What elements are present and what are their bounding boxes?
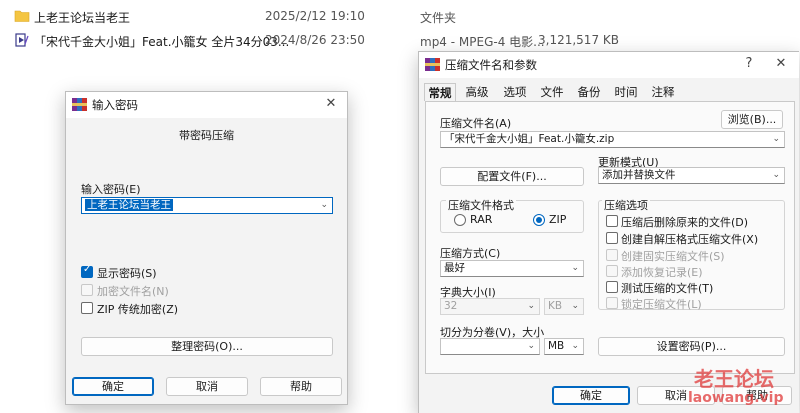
encrypt-names-label: 加密文件名(N) [97, 285, 169, 298]
lock-archive-checkbox[interactable] [606, 297, 618, 309]
winrar-icon [425, 58, 440, 71]
zip-radio[interactable] [533, 214, 545, 226]
encrypt-names-checkbox[interactable] [81, 284, 93, 296]
ok-button[interactable]: 确定 [72, 377, 154, 396]
password-dialog-title: 输入密码 [92, 98, 138, 112]
dict-unit-select[interactable]: KB ⌄ [544, 298, 584, 315]
file-type: 文件夹 [420, 11, 457, 25]
options-group-label: 压缩选项 [602, 197, 650, 213]
tab-advanced[interactable]: 高级 [463, 83, 491, 101]
rar-radio[interactable] [454, 214, 466, 226]
organize-passwords-button[interactable]: 整理密码(O)... [81, 337, 333, 356]
option-label: 压缩后删除原来的文件(D) [621, 216, 749, 229]
archive-dialog-title: 压缩文件名和参数 [445, 58, 537, 72]
split-unit-value: MB [548, 340, 565, 352]
folder-icon [14, 10, 30, 22]
archive-name-label: 压缩文件名(A) [440, 117, 512, 130]
sfx-checkbox[interactable] [606, 232, 618, 244]
tab-comment[interactable]: 注释 [649, 83, 677, 101]
zip-legacy-label: ZIP 传统加密(Z) [97, 303, 179, 316]
close-icon[interactable]: ✕ [769, 54, 793, 74]
help-icon[interactable]: ? [737, 54, 761, 74]
password-dialog-titlebar[interactable]: 输入密码 ✕ [66, 92, 347, 118]
option-label: 创建固实压缩文件(S) [621, 250, 725, 263]
close-icon[interactable]: ✕ [319, 94, 343, 114]
dict-size-select[interactable]: 32 ⌄ [440, 298, 540, 315]
password-label: 输入密码(E) [81, 183, 141, 196]
solid-checkbox[interactable] [606, 249, 618, 261]
chevron-down-icon[interactable]: ⌄ [772, 168, 780, 183]
cancel-button[interactable]: 取消 [166, 377, 248, 396]
format-group-label: 压缩文件格式 [446, 197, 516, 213]
file-size: 3,121,517 KB [538, 33, 619, 47]
winrar-icon [72, 98, 87, 111]
tab-backup[interactable]: 备份 [575, 83, 603, 101]
file-name: 「宋代千金大小姐」Feat.小籠女 全片34分03... [34, 35, 290, 49]
update-mode-value: 添加并替换文件 [602, 169, 676, 181]
option-label: 测试压缩的文件(T) [621, 282, 714, 295]
recovery-record-checkbox[interactable] [606, 265, 618, 277]
tab-options[interactable]: 选项 [501, 83, 529, 101]
password-value: 上老王论坛当老王 [85, 199, 173, 211]
password-input[interactable]: 上老王论坛当老王 ⌄ [81, 197, 333, 214]
file-name: 上老王论坛当老王 [34, 11, 131, 25]
dict-size-value: 32 [444, 300, 458, 312]
show-password-checkbox[interactable] [81, 264, 93, 278]
tab-files[interactable]: 文件 [538, 83, 566, 101]
archive-name-input[interactable]: 「宋代千金大小姐」Feat.小籠女.zip ⌄ [440, 131, 785, 148]
chevron-down-icon[interactable]: ⌄ [527, 339, 535, 354]
chevron-down-icon[interactable]: ⌄ [320, 198, 328, 213]
password-dialog-subtitle: 带密码压缩 [179, 129, 234, 142]
video-file-icon [15, 33, 29, 47]
delete-after-checkbox[interactable] [606, 215, 618, 227]
tab-time[interactable]: 时间 [612, 83, 640, 101]
file-row-video[interactable]: 「宋代千金大小姐」Feat.小籠女 全片34分03... 2024/8/26 2… [0, 29, 800, 53]
file-type: mp4 - MPEG-4 电影... [420, 35, 545, 49]
tab-general[interactable]: 常规 [424, 83, 456, 101]
chevron-down-icon[interactable]: ⌄ [772, 132, 780, 147]
watermark-url: laowang.vip [688, 390, 784, 406]
profiles-button[interactable]: 配置文件(F)... [440, 167, 584, 186]
archive-dialog: 压缩文件名和参数 ? ✕ 常规 高级 选项 文件 备份 时间 注释 压缩文件名(… [418, 51, 799, 413]
file-date: 2025/2/12 19:10 [265, 9, 365, 23]
ok-button[interactable]: 确定 [552, 386, 630, 405]
zip-label: ZIP [549, 213, 567, 226]
help-button[interactable]: 帮助 [260, 377, 342, 396]
browse-button[interactable]: 浏览(B)... [721, 110, 783, 129]
split-size-input[interactable]: ⌄ [440, 338, 540, 355]
chevron-down-icon[interactable]: ⌄ [571, 339, 579, 354]
split-unit-select[interactable]: MB ⌄ [544, 338, 584, 355]
set-password-button[interactable]: 设置密码(P)... [598, 337, 785, 356]
option-label: 创建自解压格式压缩文件(X) [621, 233, 759, 246]
option-label: 锁定压缩文件(L) [621, 298, 702, 311]
archive-name-value: 「宋代千金大小姐」Feat.小籠女.zip [444, 133, 615, 145]
test-archive-checkbox[interactable] [606, 281, 618, 293]
file-date: 2024/8/26 23:50 [265, 33, 365, 47]
method-value: 最好 [444, 262, 465, 274]
dict-unit-value: KB [548, 300, 563, 312]
password-dialog: 输入密码 ✕ 带密码压缩 输入密码(E) 上老王论坛当老王 ⌄ 显示密码(S) … [65, 91, 348, 405]
show-password-label: 显示密码(S) [97, 267, 157, 280]
update-mode-select[interactable]: 添加并替换文件 ⌄ [598, 167, 785, 184]
chevron-down-icon[interactable]: ⌄ [571, 261, 579, 276]
archive-dialog-titlebar[interactable]: 压缩文件名和参数 ? ✕ [419, 52, 799, 78]
zip-legacy-checkbox[interactable] [81, 302, 93, 314]
method-select[interactable]: 最好 ⌄ [440, 260, 584, 277]
watermark-logo: 老王论坛 [694, 367, 774, 391]
method-label: 压缩方式(C) [440, 247, 501, 260]
option-label: 添加恢复记录(E) [621, 266, 703, 279]
file-row-folder[interactable]: 上老王论坛当老王 2025/2/12 19:10 文件夹 [0, 5, 800, 29]
chevron-down-icon[interactable]: ⌄ [571, 299, 579, 314]
chevron-down-icon[interactable]: ⌄ [527, 299, 535, 314]
rar-label: RAR [470, 213, 493, 226]
